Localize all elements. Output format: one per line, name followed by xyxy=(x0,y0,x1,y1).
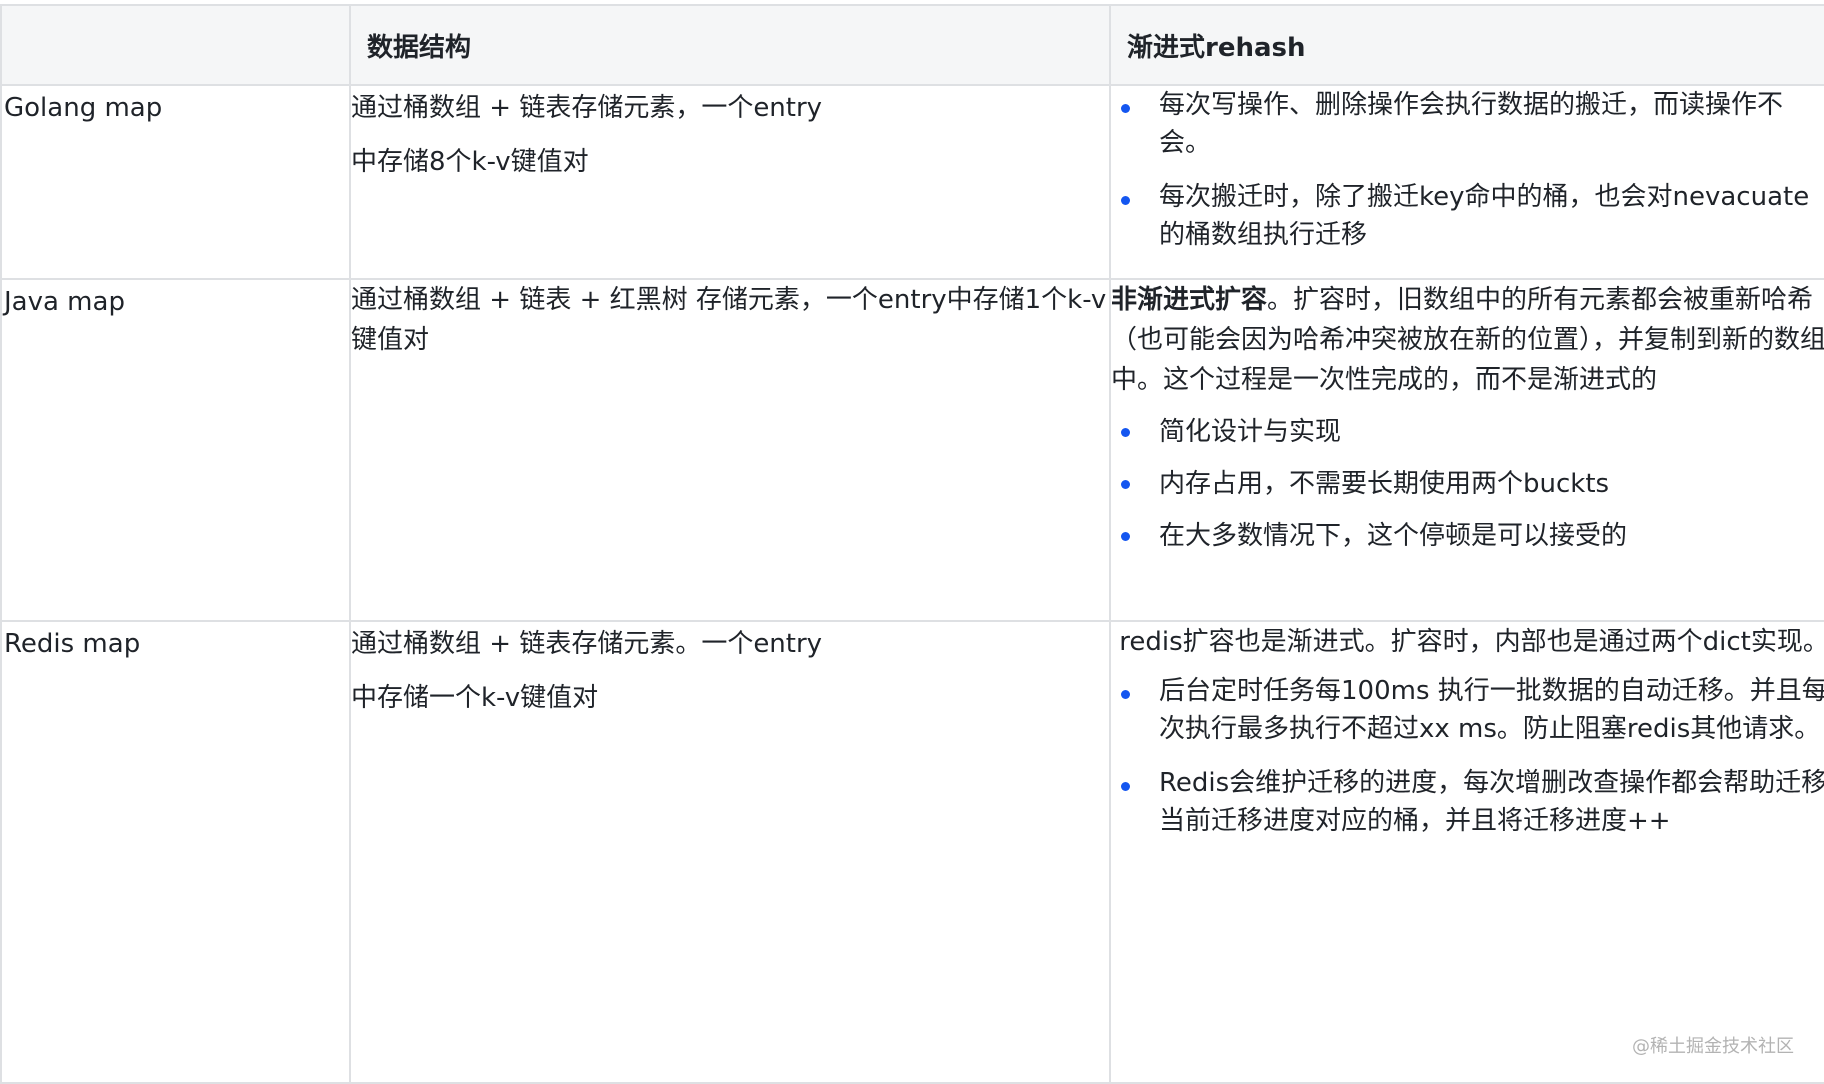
table-row: Java map 通过桶数组 + 链表 + 红黑树 存储元素，一个entry中存… xyxy=(0,278,1824,622)
rehash-bullet-list: 简化设计与实现 内存占用，不需要长期使用两个buckts 在大多数情况下，这个停… xyxy=(1111,410,1824,558)
list-item-text: 内存占用，不需要长期使用两个buckts xyxy=(1159,469,1610,499)
rehash-bullet-list: 后台定时任务每100ms 执行一批数据的自动迁移。并且每次执行最多执行不超过xx… xyxy=(1111,672,1824,840)
row-label-cell: Redis map xyxy=(0,620,351,1084)
list-item-text: 每次搬迁时，除了搬迁key命中的桶，也会对nevacuate的桶数组执行迁移 xyxy=(1159,182,1810,250)
structure-line: 中存储8个k-v键值对 xyxy=(351,147,589,177)
structure-line: 通过桶数组 + 链表存储元素，一个entry xyxy=(351,93,823,123)
list-item: 每次写操作、删除操作会执行数据的搬迁，而读操作不会。 xyxy=(1111,86,1824,162)
watermark: @稀土掘金技术社区 xyxy=(1632,1036,1794,1057)
header-rehash: 渐进式rehash xyxy=(1109,4,1824,86)
bullet-dot-icon xyxy=(1121,782,1130,791)
row-label: Java map xyxy=(4,287,125,317)
rehash-intro: redis扩容也是渐进式。扩容时，内部也是通过两个dict实现。 xyxy=(1111,627,1824,657)
rehash-bullet-list: 每次写操作、删除操作会执行数据的搬迁，而读操作不会。 每次搬迁时，除了搬迁key… xyxy=(1111,86,1824,254)
structure-line: 通过桶数组 + 链表 + 红黑树 存储元素，一个entry中存储1个k-v键值对 xyxy=(351,285,1107,355)
rehash-intro-bold: 非渐进式扩容 xyxy=(1111,285,1268,315)
bullet-dot-icon xyxy=(1121,480,1130,489)
list-item: 简化设计与实现 xyxy=(1111,410,1824,454)
structure-line: 通过桶数组 + 链表存储元素。一个entry xyxy=(351,629,823,659)
list-item: 在大多数情况下，这个停顿是可以接受的 xyxy=(1111,514,1824,558)
structure-cell: 通过桶数组 + 链表 + 红黑树 存储元素，一个entry中存储1个k-v键值对 xyxy=(349,278,1111,622)
structure-line: 中存储一个k-v键值对 xyxy=(351,683,599,713)
list-item-text: Redis会维护迁移的进度，每次增删改查操作都会帮助迁移当前迁移进度对应的桶，并… xyxy=(1159,768,1824,836)
list-item-text: 每次写操作、删除操作会执行数据的搬迁，而读操作不会。 xyxy=(1159,90,1784,158)
list-item: 后台定时任务每100ms 执行一批数据的自动迁移。并且每次执行最多执行不超过xx… xyxy=(1111,672,1824,748)
list-item-text: 简化设计与实现 xyxy=(1159,417,1342,447)
list-item-text: 在大多数情况下，这个停顿是可以接受的 xyxy=(1159,521,1628,551)
bullet-dot-icon xyxy=(1121,428,1130,437)
bullet-dot-icon xyxy=(1121,532,1130,541)
bullet-dot-icon xyxy=(1121,104,1130,113)
list-item: 内存占用，不需要长期使用两个buckts xyxy=(1111,462,1824,506)
list-item-text: 后台定时任务每100ms 执行一批数据的自动迁移。并且每次执行最多执行不超过xx… xyxy=(1159,676,1824,744)
row-label-cell: Golang map xyxy=(0,84,351,280)
structure-cell: 通过桶数组 + 链表存储元素，一个entry 中存储8个k-v键值对 xyxy=(349,84,1111,280)
header-empty-cell xyxy=(0,4,351,86)
bullet-dot-icon xyxy=(1121,196,1130,205)
rehash-intro: 非渐进式扩容。扩容时，旧数组中的所有元素都会被重新哈希（也可能会因为哈希冲突被放… xyxy=(1111,280,1824,400)
list-item: Redis会维护迁移的进度，每次增删改查操作都会帮助迁移当前迁移进度对应的桶，并… xyxy=(1111,764,1824,840)
rehash-cell: 非渐进式扩容。扩容时，旧数组中的所有元素都会被重新哈希（也可能会因为哈希冲突被放… xyxy=(1109,278,1824,622)
list-item: 每次搬迁时，除了搬迁key命中的桶，也会对nevacuate的桶数组执行迁移 xyxy=(1111,178,1824,254)
row-label: Redis map xyxy=(4,629,141,659)
header-data-structure: 数据结构 xyxy=(349,4,1111,86)
rehash-cell: 每次写操作、删除操作会执行数据的搬迁，而读操作不会。 每次搬迁时，除了搬迁key… xyxy=(1109,84,1824,280)
row-label-cell: Java map xyxy=(0,278,351,622)
rehash-cell: redis扩容也是渐进式。扩容时，内部也是通过两个dict实现。 后台定时任务每… xyxy=(1109,620,1824,1084)
table-header-row: 数据结构 渐进式rehash xyxy=(0,4,1824,86)
table-row: Golang map 通过桶数组 + 链表存储元素，一个entry 中存储8个k… xyxy=(0,84,1824,280)
bullet-dot-icon xyxy=(1121,690,1130,699)
comparison-table: 数据结构 渐进式rehash Golang map 通过桶数组 + 链表存储元素… xyxy=(0,4,1824,1084)
row-label: Golang map xyxy=(4,93,163,123)
table-row: Redis map 通过桶数组 + 链表存储元素。一个entry 中存储一个k-… xyxy=(0,620,1824,1084)
structure-cell: 通过桶数组 + 链表存储元素。一个entry 中存储一个k-v键值对 xyxy=(349,620,1111,1084)
